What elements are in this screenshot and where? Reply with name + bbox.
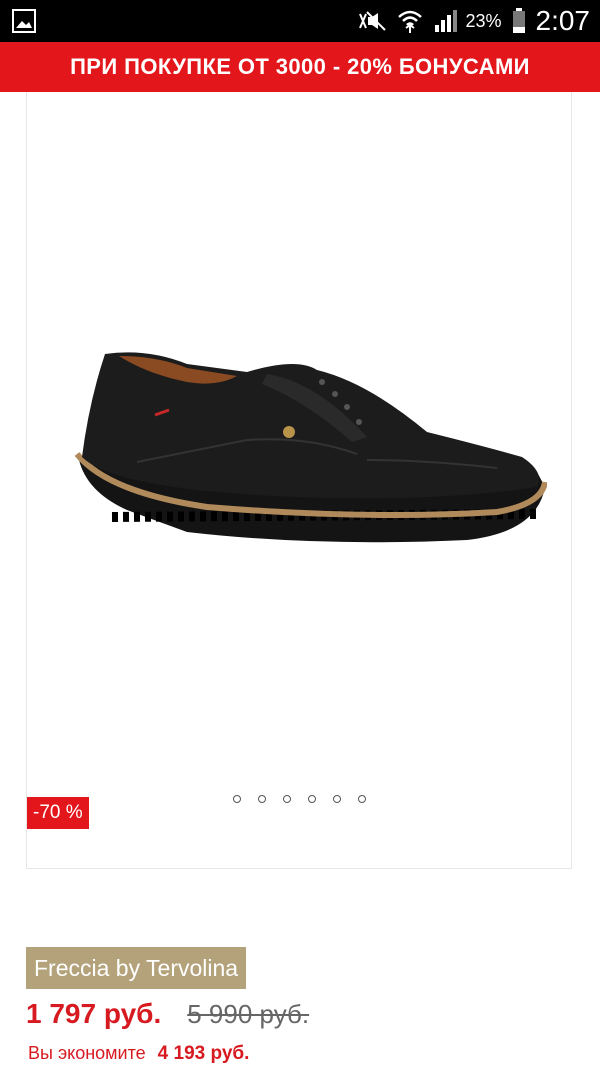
pagination-dot[interactable]	[283, 795, 291, 803]
pagination-dot[interactable]	[358, 795, 366, 803]
pagination-dot[interactable]	[233, 795, 241, 803]
gallery-notification-icon	[12, 9, 36, 38]
signal-icon	[433, 9, 459, 33]
battery-percent: 23%	[465, 10, 502, 31]
battery-icon	[512, 8, 526, 34]
pagination-dot[interactable]	[258, 795, 266, 803]
pagination-dot[interactable]	[333, 795, 341, 803]
pagination-dot[interactable]	[308, 795, 316, 803]
current-price: 1 797 руб.	[26, 998, 162, 1029]
brand-label[interactable]: Freccia by Tervolina	[26, 947, 247, 989]
status-bar: 23% 2:07	[0, 0, 600, 42]
mute-icon	[357, 10, 387, 32]
clock: 2:07	[535, 5, 591, 36]
discount-badge: -70 %	[27, 797, 89, 829]
wifi-icon	[397, 8, 423, 34]
price-row: 1 797 руб. 5 990 руб.	[26, 998, 309, 1030]
product-image[interactable]	[67, 342, 548, 562]
promo-banner[interactable]: ПРИ ПОКУПКЕ ОТ 3000 - 20% БОНУСАМИ	[0, 42, 600, 92]
savings-amount: 4 193 руб.	[157, 1043, 250, 1064]
savings-label: Вы экономите	[28, 1043, 146, 1063]
gallery-pagination[interactable]	[233, 795, 366, 803]
old-price: 5 990 руб.	[187, 999, 310, 1029]
product-gallery[interactable]: -70 %	[26, 92, 572, 869]
savings-row: Вы экономите 4 193 руб.	[28, 1043, 249, 1065]
